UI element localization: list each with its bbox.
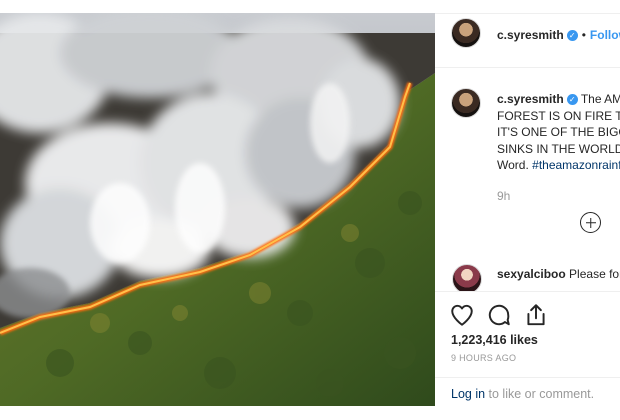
caption-text-line: IT'S ONE OF THE BIGGEST CARBON bbox=[497, 125, 620, 139]
caption-line-1: c.syresmith✓ The AMAZON bbox=[497, 91, 620, 108]
post-timestamp[interactable]: 9 HOURS AGO bbox=[451, 353, 516, 363]
amazon-fire-photo bbox=[0, 13, 435, 406]
caption-text: c.syresmith✓ The AMAZON FOREST IS ON FIR… bbox=[497, 91, 620, 174]
caption-text-line: The AMAZON bbox=[580, 92, 620, 106]
comments-section[interactable]: c.syresmith✓ The AMAZON FOREST IS ON FIR… bbox=[435, 69, 620, 291]
post-side-panel: c.syresmith✓•Follow c.syresmith✓ The AMA… bbox=[435, 13, 620, 406]
heart-icon[interactable] bbox=[449, 302, 475, 328]
login-prompt-text: to like or comment. bbox=[485, 387, 595, 401]
caption-text-line: Word. bbox=[497, 158, 529, 172]
caption-username[interactable]: c.syresmith bbox=[497, 92, 564, 106]
post-header: c.syresmith✓• Follow bbox=[435, 14, 620, 68]
comment-avatar[interactable] bbox=[452, 264, 482, 291]
share-icon[interactable] bbox=[523, 302, 549, 328]
comment-icon[interactable] bbox=[486, 302, 512, 328]
login-prompt: Log in to like or comment. bbox=[435, 377, 620, 407]
caption-text-line: SINKS IN THE WORLD. Spread the bbox=[497, 141, 620, 156]
hashtag-link[interactable]: #theamazonrainforest bbox=[532, 158, 620, 172]
caption-avatar[interactable] bbox=[451, 88, 481, 118]
verified-badge-icon: ✓ bbox=[566, 30, 578, 41]
author-avatar[interactable] bbox=[451, 18, 481, 48]
load-more-comments-icon[interactable] bbox=[580, 212, 601, 233]
comment-text: Please forward bbox=[569, 267, 620, 281]
header-user-line: c.syresmith✓• Follow bbox=[497, 26, 620, 44]
post-image[interactable] bbox=[0, 13, 435, 406]
post-actions: 1,223,416 likes 9 HOURS AGO bbox=[435, 291, 620, 377]
caption-timestamp[interactable]: 9h bbox=[497, 189, 510, 203]
login-link[interactable]: Log in bbox=[451, 387, 485, 401]
caption-text-line: FOREST IS ON FIRE THE LUNGS bbox=[497, 108, 620, 123]
comment-username[interactable]: sexyalciboo bbox=[497, 267, 566, 281]
likes-count[interactable]: 1,223,416 likes bbox=[451, 333, 538, 347]
comment-item: sexyalciboo Please forward bbox=[497, 267, 620, 281]
caption-last-line: Word. #theamazonrainforest bbox=[497, 157, 620, 174]
header-username[interactable]: c.syresmith bbox=[497, 28, 564, 42]
follow-button[interactable]: Follow bbox=[590, 28, 620, 42]
verified-badge-icon: ✓ bbox=[566, 94, 578, 105]
separator-dot: • bbox=[581, 28, 586, 42]
